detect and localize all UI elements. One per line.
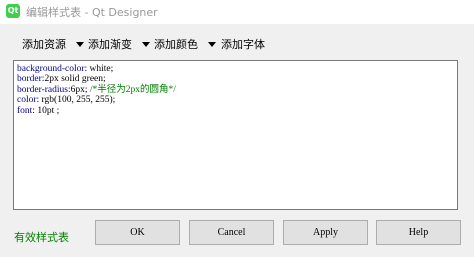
add-color-dropdown-icon[interactable] [208, 41, 216, 47]
stylesheet-text-editor[interactable]: background-color: white; border:2px soli… [13, 60, 458, 210]
css-property: color: [17, 95, 40, 106]
valid-stylesheet-status: 有效样式表 [14, 231, 69, 244]
css-value: white; [87, 64, 114, 74]
stylesheet-editor-window: Qt 编辑样式表 - Qt Designer 添加资源 添加渐变 添加颜色 添加… [0, 0, 474, 257]
css-property: border-radius: [17, 84, 71, 95]
css-property: background-color: [17, 64, 88, 74]
qt-app-icon: Qt [6, 4, 20, 18]
add-font-label: 添加字体 [221, 38, 265, 51]
apply-button[interactable]: Apply [283, 220, 368, 245]
toolbar: 添加资源 添加渐变 添加颜色 添加字体 [0, 34, 474, 56]
code-line: border-radius:6px; /*半径为2px的圆角*/ [17, 85, 176, 95]
editor-content: background-color: white; border:2px soli… [17, 64, 176, 116]
css-value: 6px; [70, 84, 90, 95]
add-gradient-button[interactable]: 添加渐变 [88, 34, 150, 54]
css-property: font: [17, 105, 35, 116]
add-font-button[interactable]: 添加字体 [221, 34, 265, 54]
window-title: 编辑样式表 - Qt Designer [26, 6, 158, 19]
ok-button[interactable]: OK [95, 220, 180, 245]
code-line: color: rgb(100, 255, 255); [17, 95, 176, 105]
title-bar: Qt 编辑样式表 - Qt Designer [0, 0, 474, 24]
add-color-label: 添加颜色 [154, 38, 198, 51]
app-icon-text: Qt [7, 6, 19, 15]
add-resource-label: 添加资源 [22, 38, 66, 51]
add-gradient-label: 添加渐变 [88, 38, 132, 51]
css-value: rgb(100, 255, 255); [39, 95, 116, 106]
code-line: border:2px solid green; [17, 74, 176, 84]
cancel-button[interactable]: Cancel [189, 220, 274, 245]
code-line: background-color: white; [17, 64, 176, 74]
help-button[interactable]: Help [376, 220, 461, 245]
css-property: border: [17, 74, 45, 85]
add-gradient-dropdown-icon[interactable] [142, 41, 150, 47]
code-line: font: 10pt ; [17, 106, 176, 116]
add-resource-dropdown-icon[interactable] [76, 41, 84, 47]
css-comment: /*半径为2px的圆角*/ [89, 84, 176, 95]
add-color-button[interactable]: 添加颜色 [154, 34, 216, 54]
css-value: 2px solid green; [44, 74, 106, 85]
css-value: 10pt ; [34, 105, 60, 116]
add-resource-button[interactable]: 添加资源 [22, 34, 84, 54]
